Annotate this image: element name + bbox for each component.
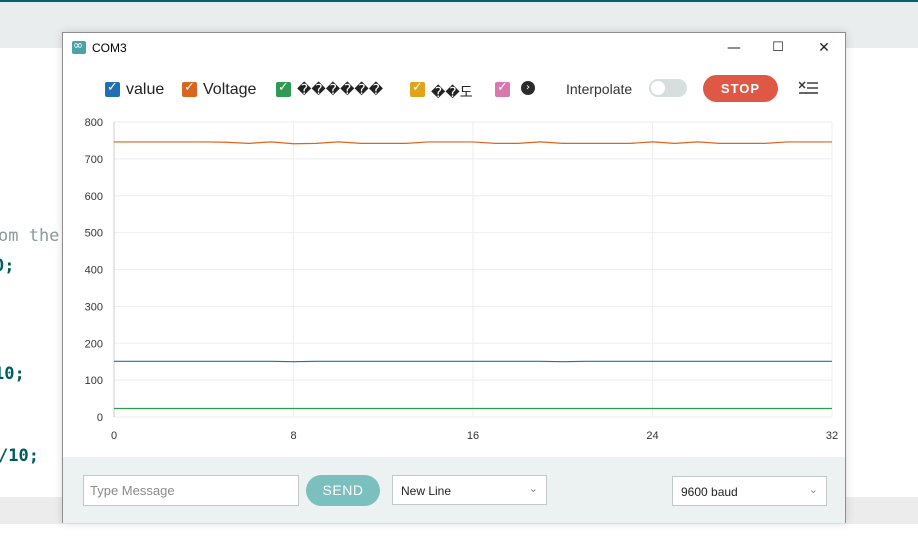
arduino-app-icon [72,38,86,54]
y-tick-label: 300 [85,301,103,313]
y-tick-label: 800 [85,117,103,129]
legend-label: value [126,81,165,98]
chevron-down-icon: ⌄ [808,483,818,496]
send-button[interactable]: SEND [306,475,380,506]
line-ending-value: New Line [401,484,452,498]
checkbox-icon[interactable] [410,80,425,97]
title-bar[interactable]: COM3 — ☐ ✕ [63,33,845,63]
plotter-toolbar: value Voltage ������ ��도 › Interpolate S… [63,75,845,103]
y-axis-ticks: 0 100 200 300 400 500 600 700 800 [85,117,103,424]
minimize-button[interactable]: — [723,37,745,59]
plot-grid [113,121,833,418]
y-tick-label: 200 [85,338,103,350]
maximize-button[interactable]: ☐ [767,37,789,59]
y-tick-label: 700 [85,154,103,166]
message-input[interactable] [83,475,299,506]
checkbox-icon[interactable] [276,80,291,97]
x-tick-label: 16 [467,430,479,442]
x-tick-label: 24 [646,430,658,442]
y-tick-label: 100 [85,375,103,387]
interpolate-toggle[interactable] [649,79,687,97]
legend-label: ������ [297,82,384,98]
y-tick-label: 600 [85,191,103,203]
interpolate-label: Interpolate [566,81,633,97]
send-bar: SEND New Line ⌄ 9600 baud ⌄ [63,457,845,523]
checkbox-icon[interactable] [182,80,197,97]
toggle-knob [651,81,665,95]
window-title: COM3 [92,41,127,55]
x-tick-label: 8 [290,430,296,442]
code-line: om the [0,226,60,246]
code-line: 10; [0,364,25,384]
code-line: /10; [0,446,39,466]
code-line: 0; [0,256,15,276]
checkbox-icon[interactable] [495,80,510,97]
checkbox-icon[interactable] [105,80,120,97]
x-tick-label: 32 [826,430,838,442]
chevron-down-icon: ⌄ [528,482,538,495]
serial-plotter-window: COM3 — ☐ ✕ value Voltage ������ ��도 › In… [62,32,846,523]
line-ending-select[interactable]: New Line ⌄ [392,475,547,505]
y-tick-label: 0 [97,412,103,424]
legend-label: Voltage [203,81,257,98]
stop-button[interactable]: STOP [703,75,778,102]
baud-rate-value: 9600 baud [681,485,738,499]
legend-scroll-right-icon[interactable]: › [521,81,535,95]
y-tick-label: 400 [85,265,103,277]
plot-area: 0 100 200 300 400 500 600 700 800 0 8 16 24 32 [85,117,838,442]
clear-list-icon[interactable] [799,79,819,97]
baud-rate-select[interactable]: 9600 baud ⌄ [672,476,827,506]
legend-label: ��도 [431,85,473,101]
y-tick-label: 500 [85,228,103,240]
close-button[interactable]: ✕ [813,37,835,59]
x-tick-label: 0 [111,430,117,442]
x-axis-ticks: 0 8 16 24 32 [111,430,838,442]
